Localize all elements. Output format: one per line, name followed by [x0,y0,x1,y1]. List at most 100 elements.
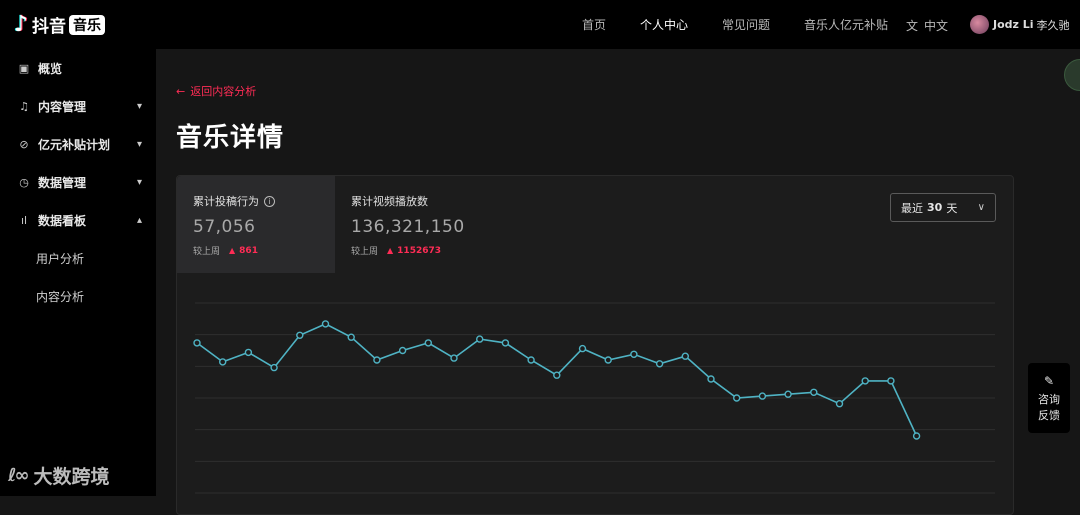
data-point[interactable] [347,333,355,341]
user-name: Jodz Li [993,18,1034,31]
top-bar: ♪ 抖音 音乐 首页 个人中心 常见问题 音乐人亿元补贴 文 中文 Jodz L… [0,0,1080,49]
data-point[interactable] [758,392,767,400]
data-point[interactable] [604,356,612,364]
language-label: 中文 [924,19,949,33]
data-point[interactable] [630,350,638,359]
sidebar-item-label: 数据管理 [38,175,87,190]
chevron-down-icon: ▾ [136,138,142,150]
metric-label-row: 累计视频播放数 [351,193,529,209]
data-point[interactable] [450,354,458,362]
sidebar-item-dashboard[interactable]: ıl 数据看板 ▴ [0,201,156,239]
range-value: 30 [927,201,943,214]
main-content: ← 返回内容分析 音乐详情 累计投稿行为 i 57,056 较上周 ▲ 861 累… [156,49,1080,515]
chevron-up-icon: ▴ [136,214,142,226]
data-point[interactable] [527,356,535,364]
data-point[interactable] [476,335,484,343]
tiktok-note-icon: ♪ [14,12,29,37]
top-nav: 首页 个人中心 常见问题 音乐人亿元补贴 [582,0,922,49]
data-point[interactable] [861,377,869,385]
metric-value: 136,321,150 [351,217,465,237]
data-point[interactable] [835,399,844,408]
info-icon[interactable]: i [264,195,275,207]
music-note-icon: ♫ [19,99,29,113]
data-point[interactable] [707,375,715,383]
data-point[interactable] [424,339,433,347]
metric-value: 57,056 [193,217,256,237]
data-point[interactable] [784,390,792,398]
data-point[interactable] [270,363,278,372]
clock-icon: ◷ [19,175,29,189]
data-point[interactable] [244,348,253,357]
sidebar-item-data-management[interactable]: ◷ 数据管理 ▾ [0,163,156,201]
data-point[interactable] [912,432,921,440]
data-point[interactable] [578,344,587,353]
data-point[interactable] [501,339,510,347]
sidebar-item-label: 亿元补贴计划 [38,137,111,152]
triangle-up-icon: ▲ [229,246,236,255]
metric-compare: 较上周 ▲ 861 [193,244,319,258]
sidebar-sub-user-analysis[interactable]: 用户分析 [0,239,156,277]
back-link[interactable]: ← 返回内容分析 [176,83,256,99]
data-point[interactable] [373,356,381,364]
data-point[interactable] [733,394,741,402]
page-title: 音乐详情 [176,123,285,153]
logo-badge: 音乐 [69,14,106,35]
sidebar-item-label: 数据看板 [38,213,87,228]
translate-icon: 文 [906,19,919,33]
metric-label: 累计投稿行为 [193,195,259,208]
data-point[interactable] [810,388,818,397]
data-point[interactable] [296,331,304,339]
chevron-down-icon: ∨ [977,202,985,213]
nav-home[interactable]: 首页 [582,16,606,33]
series-line [196,323,918,437]
watermark-text: 大数跨境 [33,466,110,488]
nav-faq[interactable]: 常见问题 [722,16,770,33]
sidebar-item-label: 概览 [38,61,63,76]
data-point[interactable] [553,371,561,379]
feedback-line2: 反馈 [1038,408,1060,422]
stats-card: 累计投稿行为 i 57,056 较上周 ▲ 861 累计视频播放数 136,32… [176,175,1014,515]
range-prefix: 最近 [901,201,923,215]
language-switch[interactable]: 文 中文 [906,17,948,34]
user-cn-name: 李久驰 [1036,18,1070,32]
metric-delta: 861 [239,245,258,256]
bar-chart-icon: ıl [20,213,28,227]
douyin-music-logo[interactable]: ♪ 抖音 音乐 [14,12,106,37]
data-point[interactable] [655,360,664,368]
metric-compare: 较上周 ▲ 1152673 [351,244,529,258]
data-point[interactable] [219,358,227,366]
sidebar-item-content-management[interactable]: ♫ 内容管理 ▾ [0,87,156,125]
metric-plays[interactable]: 累计视频播放数 136,321,150 较上周 ▲ 1152673 [335,176,545,273]
back-link-label: 返回内容分析 [190,85,257,98]
data-point[interactable] [887,377,895,385]
metric-delta: 1152673 [397,245,442,256]
data-point[interactable] [398,346,407,355]
trend-line-chart [193,302,995,494]
sidebar-item-label: 内容管理 [38,99,87,114]
metric-label: 累计视频播放数 [351,195,428,208]
compare-label: 较上周 [351,247,379,257]
data-point[interactable] [193,339,201,347]
nav-subsidy[interactable]: 音乐人亿元补贴 [804,16,888,33]
feedback-button[interactable]: ✎ 咨询 反馈 [1028,363,1070,433]
user-menu[interactable]: Jodz Li 李久驰 [970,15,1070,34]
watermark-logo: ℓ∞ 大数跨境 [8,462,110,489]
data-point[interactable] [321,320,330,328]
compare-label: 较上周 [193,247,221,257]
date-range-select[interactable]: 最近 30 天 ∨ [890,193,996,222]
edit-note-icon: ✎ [1043,373,1055,388]
data-point[interactable] [681,352,689,360]
avatar[interactable] [970,15,989,34]
nav-personal-center[interactable]: 个人中心 [640,16,688,33]
metric-submissions[interactable]: 累计投稿行为 i 57,056 较上周 ▲ 861 [177,176,335,273]
layout-icon: ▣ [18,61,30,75]
sidebar-item-overview[interactable]: ▣ 概览 [0,49,156,87]
sidebar-sub-content-analysis[interactable]: 内容分析 [0,277,156,315]
sidebar-item-subsidy-plan[interactable]: ⊘ 亿元补贴计划 ▾ [0,125,156,163]
arrow-left-icon: ← [176,85,186,98]
range-suffix: 天 [946,201,958,215]
sidebar: ▣ 概览 ♫ 内容管理 ▾ ⊘ 亿元补贴计划 ▾ ◷ 数据管理 ▾ ıl 数据看… [0,49,156,496]
chevron-down-icon: ▾ [136,176,142,188]
paperclip-icon: ⊘ [19,137,29,151]
feedback-line1: 咨询 [1038,392,1060,406]
